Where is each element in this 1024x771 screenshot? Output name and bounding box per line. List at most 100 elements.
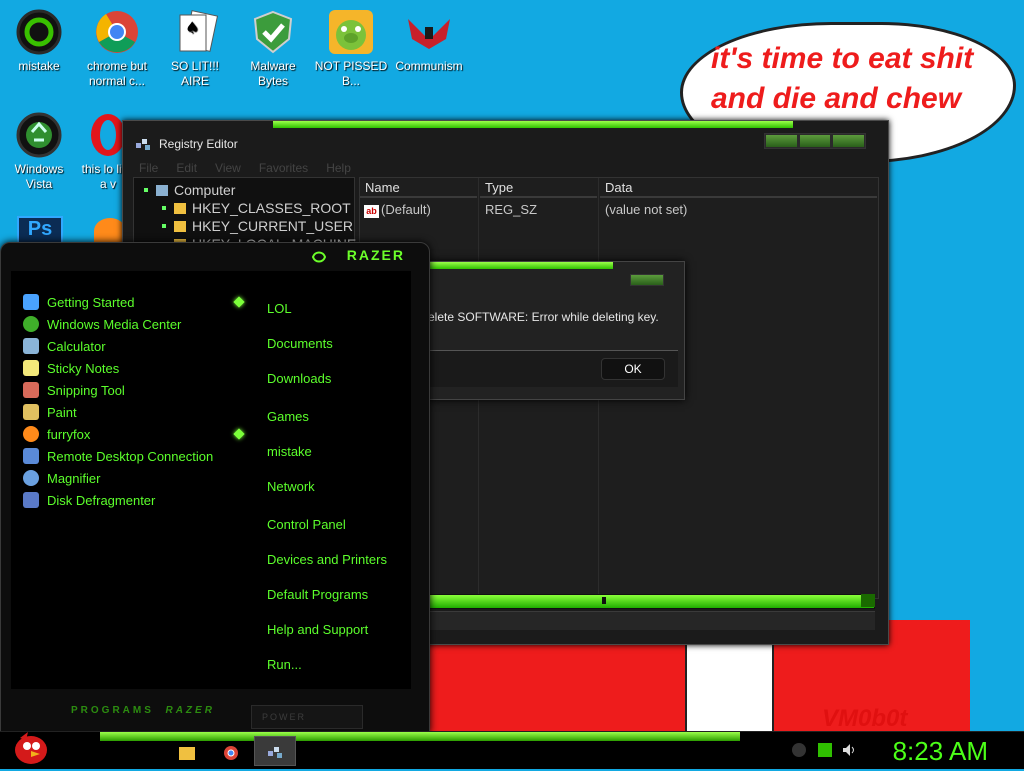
expand-icon[interactable] (162, 224, 166, 228)
programs-label: PROGRAMS (71, 705, 154, 716)
window-controls[interactable] (764, 133, 866, 149)
program-paint[interactable]: Paint (23, 402, 77, 422)
expand-icon[interactable] (144, 188, 148, 192)
media-center-icon (23, 316, 39, 332)
folder-icon (174, 221, 186, 232)
remote-desktop-icon (23, 448, 39, 464)
sticky-notes-icon (23, 360, 39, 376)
program-sticky-notes[interactable]: Sticky Notes (23, 358, 119, 378)
desktop-icon-label: mistake (18, 59, 60, 73)
taskbar: 8:23 AM (0, 731, 1024, 769)
program-media-center[interactable]: Windows Media Center (23, 314, 181, 334)
signature-text: VM0b0t (822, 705, 908, 732)
snipping-tool-icon (23, 382, 39, 398)
submenu-arrow-icon[interactable] (233, 428, 245, 440)
chrome-icon (93, 8, 141, 56)
program-furryfox[interactable]: furryfox (23, 424, 90, 444)
minimize-button[interactable] (766, 135, 797, 147)
taskbar-regedit-button[interactable] (254, 736, 296, 766)
place-devices-printers[interactable]: Devices and Printers (267, 552, 387, 567)
program-snipping-tool[interactable]: Snipping Tool (23, 380, 125, 400)
place-mistake[interactable]: mistake (267, 444, 312, 459)
network-icon[interactable] (818, 743, 832, 757)
desktop-icon-solitaire[interactable]: ♠ SO LIT!!! AIRE (156, 8, 234, 89)
paint-icon (23, 404, 39, 420)
angry-pig-icon (327, 8, 375, 56)
taskbar-explorer-button[interactable] (174, 741, 200, 765)
dialog-close-button[interactable] (630, 274, 664, 286)
column-header-name[interactable]: Name (360, 180, 477, 198)
tree-item-hkcr[interactable]: HKEY_CLASSES_ROOT (162, 200, 351, 216)
column-header-data[interactable]: Data (600, 180, 877, 198)
desktop-icon-angry-birds[interactable]: NOT PISSED B... (312, 8, 390, 89)
close-button[interactable] (833, 135, 865, 147)
menu-favorites[interactable]: Favorites (259, 161, 308, 175)
place-network[interactable]: Network (267, 479, 315, 494)
program-label: Snipping Tool (47, 382, 125, 398)
window-title: Registry Editor (159, 137, 238, 151)
getting-started-icon (23, 294, 39, 310)
program-disk-defragmenter[interactable]: Disk Defragmenter (23, 490, 155, 510)
menu-edit[interactable]: Edit (176, 161, 197, 175)
ok-button[interactable]: OK (601, 358, 665, 380)
table-row[interactable]: ab (Default) (364, 202, 431, 218)
tree-item-hkcu[interactable]: HKEY_CURRENT_USER (162, 218, 353, 234)
place-default-programs[interactable]: Default Programs (267, 587, 368, 602)
program-label: Disk Defragmenter (47, 492, 156, 508)
program-remote-desktop[interactable]: Remote Desktop Connection (23, 446, 213, 466)
desktop-icon-malwarebytes[interactable]: Malware Bytes (234, 8, 312, 89)
start-menu[interactable]: RAZER Getting Started Windows Media Cent… (0, 242, 430, 733)
start-menu-body: Getting Started Windows Media Center Cal… (11, 271, 411, 689)
show-hidden-icons-icon[interactable] (792, 743, 806, 757)
horizontal-scrollbar[interactable] (423, 594, 875, 609)
window-glow-bar (273, 121, 793, 128)
scroll-right-button[interactable] (861, 594, 875, 607)
program-label: Sticky Notes (47, 360, 120, 376)
place-downloads[interactable]: Downloads (267, 371, 331, 386)
submenu-arrow-icon[interactable] (233, 296, 245, 308)
place-help-support[interactable]: Help and Support (267, 622, 368, 637)
solitaire-icon: ♠ (171, 8, 219, 56)
power-button[interactable]: POWER (251, 705, 363, 729)
string-value-icon: ab (364, 205, 379, 218)
all-programs-button[interactable]: PROGRAMS RAZER (71, 705, 215, 716)
desktop-icon-label: chrome but normal c... (86, 59, 148, 88)
taskbar-chrome-button[interactable] (218, 741, 244, 765)
start-button[interactable] (6, 726, 56, 766)
dialog-message: elete SOFTWARE: Error while deleting key… (428, 310, 659, 324)
desktop-icon-label: Windows Vista (14, 162, 64, 191)
menu-view[interactable]: View (215, 161, 241, 175)
desktop-icon-chrome[interactable]: chrome but normal c... (78, 8, 156, 89)
desktop-icon-label: SO LIT!!! AIRE (170, 59, 219, 88)
place-lol[interactable]: LOL (267, 301, 292, 316)
registry-icon (268, 747, 282, 758)
desktop-icon-communism[interactable]: Communism (390, 8, 468, 74)
place-control-panel[interactable]: Control Panel (267, 517, 346, 532)
folder-icon (174, 203, 186, 214)
chrome-icon (224, 746, 238, 760)
scroll-thumb[interactable] (602, 597, 606, 604)
program-getting-started[interactable]: Getting Started (23, 292, 134, 312)
column-header-type[interactable]: Type (480, 180, 597, 198)
program-magnifier[interactable]: Magnifier (23, 468, 100, 488)
volume-icon[interactable] (842, 743, 856, 757)
razer-snake-icon (15, 8, 63, 56)
taskbar-clock[interactable]: 8:23 AM (893, 736, 988, 767)
tree-item-computer[interactable]: Computer (144, 182, 235, 198)
menu-help[interactable]: Help (326, 161, 351, 175)
calculator-icon (23, 338, 39, 354)
place-documents[interactable]: Documents (267, 336, 333, 351)
place-run[interactable]: Run... (267, 657, 302, 672)
communism-icon (405, 8, 453, 56)
expand-icon[interactable] (162, 206, 166, 210)
desktop-icon-mistake[interactable]: mistake (0, 8, 78, 74)
razer-logo-text: RAZER (346, 247, 405, 263)
menu-file[interactable]: File (139, 161, 158, 175)
magnifier-icon (23, 470, 39, 486)
firefox-icon (23, 426, 39, 442)
program-label: Remote Desktop Connection (47, 448, 214, 464)
desktop-icon-windows-vista[interactable]: Windows Vista (0, 111, 78, 192)
place-games[interactable]: Games (267, 409, 309, 424)
program-calculator[interactable]: Calculator (23, 336, 106, 356)
maximize-button[interactable] (799, 135, 831, 147)
